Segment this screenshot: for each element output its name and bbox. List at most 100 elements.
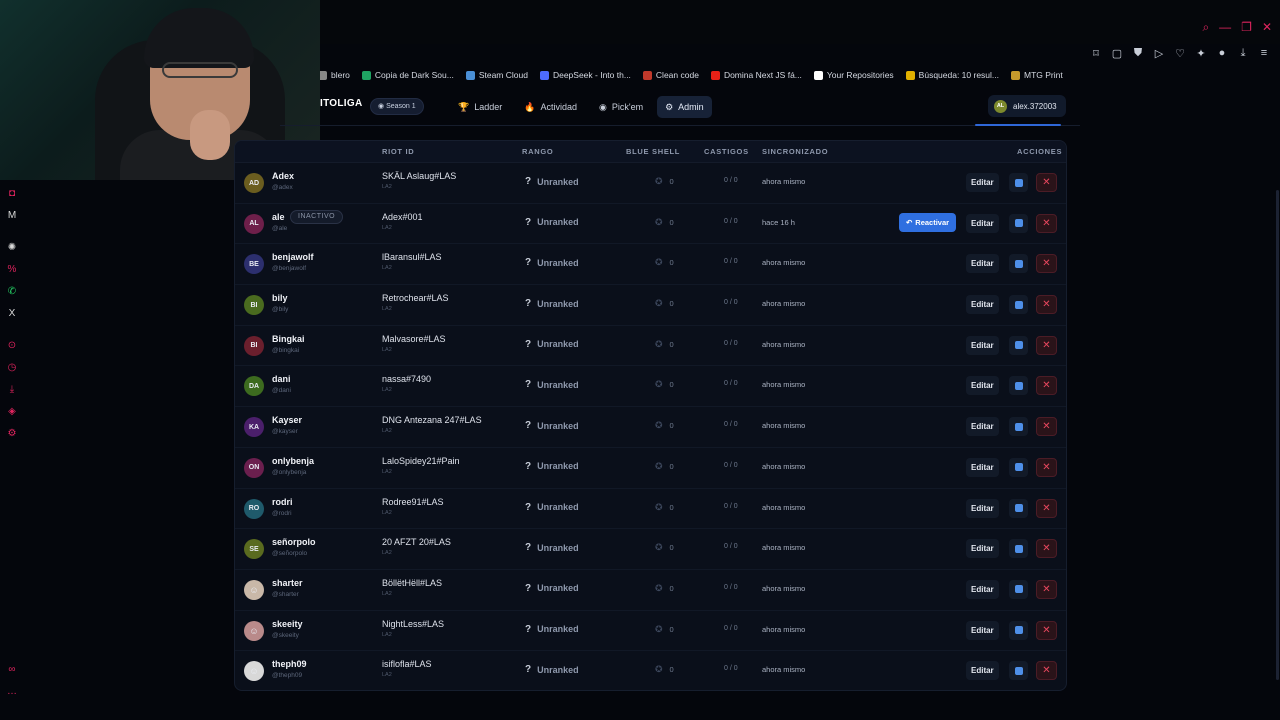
delete-button[interactable]: ✕ (1036, 620, 1057, 640)
delete-button[interactable]: ✕ (1036, 173, 1057, 192)
edit-button[interactable]: Editar (966, 498, 999, 518)
delete-button[interactable]: ✕ (1036, 254, 1057, 274)
openai-icon[interactable]: ✺ (6, 242, 18, 254)
blue-shell-count: 0 (669, 380, 674, 390)
clock-icon[interactable]: ◷ (6, 362, 18, 374)
edit-button[interactable]: Editar (966, 295, 999, 315)
tab-actividad[interactable]: 🔥 Actividad (516, 96, 585, 118)
window-icon[interactable]: ▢ (1111, 47, 1123, 60)
sync-button[interactable] (1009, 295, 1028, 315)
tab-pickem[interactable]: ◉ Pick'em (591, 96, 651, 118)
sync-button[interactable] (1009, 539, 1028, 559)
sync-button[interactable] (1009, 457, 1028, 477)
profile-icon[interactable]: ● (1216, 47, 1228, 60)
edit-button[interactable]: Editar (966, 213, 999, 233)
restore-icon[interactable]: ❐ (1241, 20, 1252, 35)
close-icon: ✕ (1042, 502, 1051, 514)
delete-button[interactable]: ✕ (1036, 417, 1057, 437)
column-sincronizado[interactable]: SINCRONIZADO (762, 147, 828, 156)
column-rango[interactable]: RANGO (522, 147, 553, 156)
sync-button[interactable] (1009, 335, 1028, 355)
mail-icon[interactable]: M (6, 210, 18, 222)
sync-button[interactable] (1009, 173, 1028, 192)
settings-icon[interactable]: ⚙ (6, 428, 18, 440)
bookmark-icon[interactable]: ⌑ (1090, 47, 1102, 60)
bookmark-item[interactable]: Búsqueda: 10 resul... (905, 70, 999, 80)
extensions-icon[interactable]: ✦ (1195, 47, 1207, 60)
sync-button[interactable] (1009, 579, 1028, 599)
webcam-glasses (162, 62, 238, 78)
sync-button[interactable] (1009, 254, 1028, 274)
rank: ? Unranked (525, 298, 579, 309)
bookmark-item[interactable]: Your Repositories (813, 70, 894, 80)
user-handle: @benjawolf (272, 265, 307, 273)
delete-button[interactable]: ✕ (1036, 213, 1057, 233)
close-icon[interactable]: ✕ (1262, 20, 1272, 35)
sync-button[interactable] (1009, 661, 1028, 681)
bookmark-item[interactable]: Steam Cloud (465, 70, 528, 80)
region: LA2 (382, 468, 392, 475)
delete-button[interactable]: ✕ (1036, 661, 1057, 681)
column-blue-shell[interactable]: BLUE SHELL (626, 147, 680, 156)
sync-button[interactable] (1009, 498, 1028, 518)
download-icon[interactable]: ⤓ (6, 384, 18, 396)
heart-icon[interactable]: ♡ (1174, 47, 1186, 60)
delete-button[interactable]: ✕ (1036, 376, 1057, 396)
edit-button[interactable]: Editar (966, 539, 999, 559)
app-logo[interactable]: ITOLIGA (320, 98, 362, 109)
delete-button[interactable]: ✕ (1036, 539, 1057, 559)
delete-button[interactable]: ✕ (1036, 579, 1057, 599)
riot-id: BöllëtHëll#LAS (382, 577, 443, 588)
bookmark-item[interactable]: MTG Print (1011, 70, 1063, 80)
user-menu[interactable]: AL alex.372003 (988, 95, 1066, 117)
edit-button[interactable]: Editar (966, 579, 999, 599)
tab-ladder[interactable]: 🏆 Ladder (450, 96, 510, 118)
percent-icon[interactable]: % (6, 264, 18, 276)
delete-button[interactable]: ✕ (1036, 295, 1057, 315)
edit-button[interactable]: Editar (966, 173, 999, 192)
sync-button[interactable] (1009, 376, 1028, 396)
column-riot-id[interactable]: RIOT ID (382, 147, 414, 156)
reactivate-button[interactable]: ↶ Reactivar (899, 212, 957, 232)
shell-icon: ✪ (655, 664, 663, 675)
ellipsis-icon[interactable]: … (6, 686, 18, 698)
delete-button[interactable]: ✕ (1036, 457, 1057, 477)
delete-button[interactable]: ✕ (1036, 498, 1057, 518)
sync-button[interactable] (1009, 620, 1028, 640)
edit-button[interactable]: Editar (966, 376, 999, 396)
shell-icon: ✪ (655, 582, 663, 593)
search-icon[interactable]: ⌕ (1202, 20, 1209, 35)
download-icon[interactable]: ⤓ (1237, 47, 1249, 60)
bookmark-item[interactable]: Copia de Dark Sou... (361, 70, 454, 80)
bookmark-item[interactable]: Domina Next JS fá... (710, 70, 802, 80)
page-scrollbar[interactable] (1276, 190, 1279, 680)
edit-button[interactable]: Editar (966, 417, 999, 437)
shield-icon[interactable]: ⛊ (1132, 47, 1144, 60)
play-icon[interactable]: ▷ (1153, 47, 1165, 60)
delete-button[interactable]: ✕ (1036, 335, 1057, 355)
sync-icon (1014, 300, 1023, 309)
season-badge[interactable]: ◉ Season 1 (370, 98, 424, 115)
rank-label: Unranked (537, 420, 579, 431)
edit-button[interactable]: Editar (966, 620, 999, 640)
sync-button[interactable] (1009, 213, 1028, 233)
game-icon[interactable]: ◈ (6, 406, 18, 418)
more-icon[interactable]: ∞ (6, 664, 18, 676)
circle-icon[interactable]: ⊙ (6, 340, 18, 352)
column-castigos[interactable]: CASTIGOS (704, 147, 749, 156)
app-icon[interactable]: ◘ (6, 188, 18, 200)
avatar: ON (244, 457, 264, 478)
whatsapp-icon[interactable]: ✆ (6, 286, 18, 298)
minimize-icon[interactable]: — (1219, 20, 1231, 35)
edit-button[interactable]: Editar (966, 335, 999, 355)
bookmark-item[interactable]: DeepSeek - Into th... (539, 70, 631, 80)
bookmark-item[interactable]: blero (318, 70, 350, 80)
x-icon[interactable]: X (6, 308, 18, 320)
bookmark-item[interactable]: Clean code (642, 70, 699, 80)
menu-icon[interactable]: ≡ (1258, 47, 1270, 60)
edit-button[interactable]: Editar (966, 457, 999, 477)
tab-admin[interactable]: ⚙ Admin (657, 96, 712, 118)
sync-button[interactable] (1009, 417, 1028, 437)
edit-button[interactable]: Editar (966, 661, 999, 681)
edit-button[interactable]: Editar (966, 254, 999, 274)
